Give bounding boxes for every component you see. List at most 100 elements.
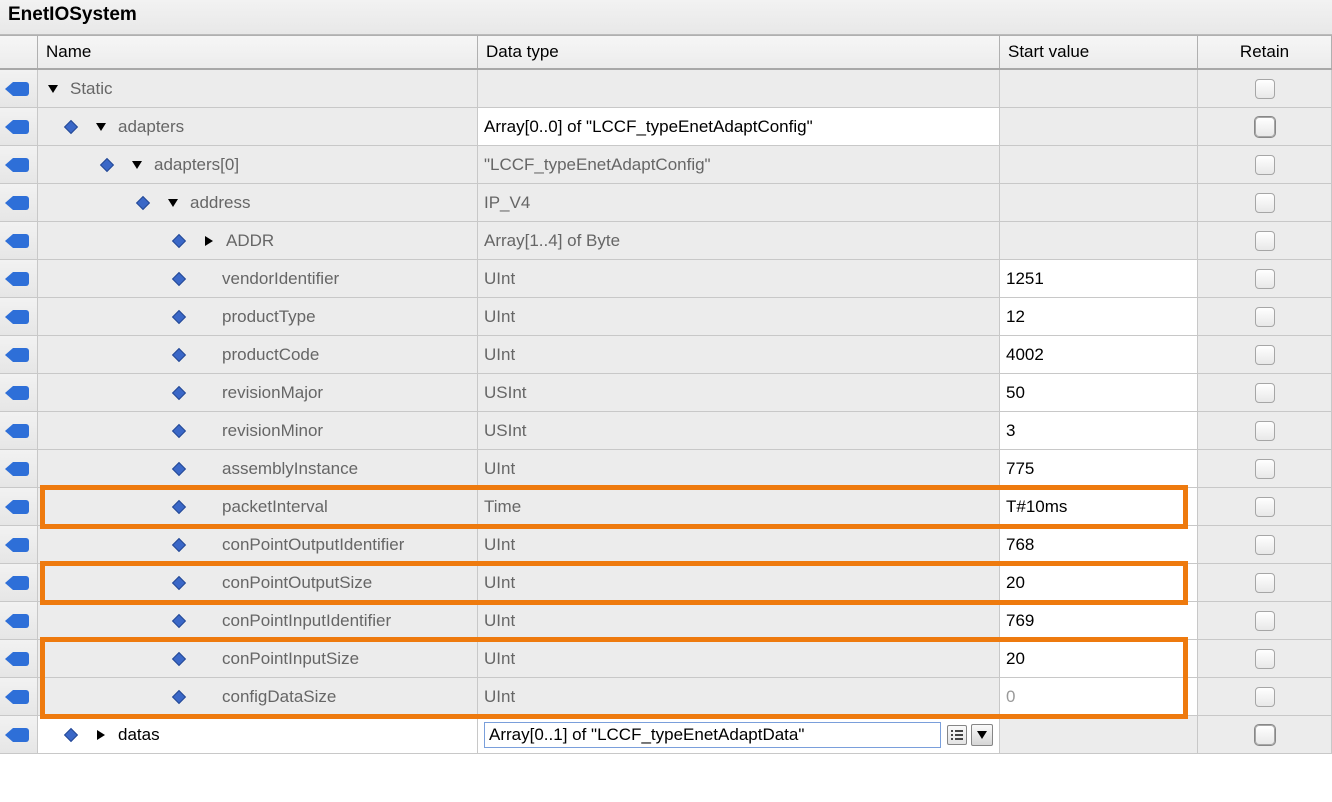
retain-checkbox[interactable] [1255,687,1275,707]
datatype-cell[interactable] [478,70,1000,108]
retain-cell[interactable] [1198,70,1332,108]
expand-toggle[interactable] [46,82,60,96]
startvalue-cell[interactable]: 775 [1000,450,1198,488]
retain-cell[interactable] [1198,298,1332,336]
table-row[interactable]: productCodeUInt4002 [0,336,1332,374]
retain-cell[interactable] [1198,450,1332,488]
datatype-cell[interactable]: UInt [478,564,1000,602]
name-cell[interactable]: revisionMajor [38,374,478,412]
name-cell[interactable]: Static [38,70,478,108]
retain-checkbox[interactable] [1255,459,1275,479]
name-cell[interactable]: productType [38,298,478,336]
row-gutter[interactable] [0,602,38,640]
datatype-cell[interactable]: USInt [478,374,1000,412]
row-gutter[interactable] [0,260,38,298]
datatype-cell[interactable]: IP_V4 [478,184,1000,222]
row-gutter[interactable] [0,146,38,184]
datatype-cell[interactable]: UInt [478,298,1000,336]
datatype-dropdown-button[interactable] [971,724,993,746]
retain-cell[interactable] [1198,526,1332,564]
retain-checkbox[interactable] [1255,79,1275,99]
datatype-editor[interactable]: Array[0..1] of "LCCF_typeEnetAdaptData" [484,722,941,748]
name-cell[interactable]: conPointOutputSize [38,564,478,602]
retain-checkbox[interactable] [1255,269,1275,289]
name-cell[interactable]: datas [38,716,478,754]
header-name[interactable]: Name [38,36,478,68]
row-gutter[interactable] [0,450,38,488]
table-row[interactable]: conPointOutputSizeUInt20 [0,564,1332,602]
row-gutter[interactable] [0,298,38,336]
name-cell[interactable]: adapters [38,108,478,146]
startvalue-cell[interactable] [1000,222,1198,260]
table-row[interactable]: revisionMajorUSInt50 [0,374,1332,412]
retain-checkbox[interactable] [1255,649,1275,669]
retain-cell[interactable] [1198,564,1332,602]
header-startvalue[interactable]: Start value [1000,36,1198,68]
expand-toggle[interactable] [94,120,108,134]
table-row[interactable]: conPointInputIdentifierUInt769 [0,602,1332,640]
row-gutter[interactable] [0,108,38,146]
row-gutter[interactable] [0,222,38,260]
startvalue-cell[interactable] [1000,184,1198,222]
header-retain[interactable]: Retain [1198,36,1332,68]
table-row[interactable]: packetIntervalTimeT#10ms [0,488,1332,526]
retain-cell[interactable] [1198,602,1332,640]
expand-toggle[interactable] [202,234,216,248]
row-gutter[interactable] [0,488,38,526]
table-row[interactable]: configDataSizeUInt0 [0,678,1332,716]
startvalue-cell[interactable]: 20 [1000,640,1198,678]
datatype-cell[interactable]: USInt [478,412,1000,450]
name-cell[interactable]: conPointInputIdentifier [38,602,478,640]
startvalue-cell[interactable] [1000,70,1198,108]
startvalue-cell[interactable] [1000,146,1198,184]
retain-checkbox[interactable] [1255,117,1275,137]
datatype-cell[interactable]: Array[0..0] of "LCCF_typeEnetAdaptConfig… [478,108,1000,146]
datatype-browse-button[interactable] [947,725,967,745]
name-cell[interactable]: vendorIdentifier [38,260,478,298]
startvalue-cell[interactable] [1000,716,1198,754]
startvalue-cell[interactable] [1000,108,1198,146]
datatype-cell[interactable]: UInt [478,602,1000,640]
name-cell[interactable]: ADDR [38,222,478,260]
retain-cell[interactable] [1198,184,1332,222]
datatype-cell[interactable]: Array[1..4] of Byte [478,222,1000,260]
row-gutter[interactable] [0,526,38,564]
row-gutter[interactable] [0,70,38,108]
table-row[interactable]: datasArray[0..1] of "LCCF_typeEnetAdaptD… [0,716,1332,754]
table-row[interactable]: conPointOutputIdentifierUInt768 [0,526,1332,564]
table-row[interactable]: productTypeUInt12 [0,298,1332,336]
retain-cell[interactable] [1198,146,1332,184]
startvalue-cell[interactable]: 4002 [1000,336,1198,374]
retain-checkbox[interactable] [1255,421,1275,441]
row-gutter[interactable] [0,716,38,754]
row-gutter[interactable] [0,412,38,450]
retain-checkbox[interactable] [1255,383,1275,403]
name-cell[interactable]: assemblyInstance [38,450,478,488]
retain-cell[interactable] [1198,260,1332,298]
name-cell[interactable]: packetInterval [38,488,478,526]
retain-checkbox[interactable] [1255,345,1275,365]
row-gutter[interactable] [0,640,38,678]
name-cell[interactable]: conPointInputSize [38,640,478,678]
name-cell[interactable]: configDataSize [38,678,478,716]
retain-checkbox[interactable] [1255,193,1275,213]
datatype-cell[interactable]: "LCCF_typeEnetAdaptConfig" [478,146,1000,184]
name-cell[interactable]: productCode [38,336,478,374]
startvalue-cell[interactable]: 50 [1000,374,1198,412]
table-row[interactable]: revisionMinorUSInt3 [0,412,1332,450]
expand-toggle[interactable] [130,158,144,172]
retain-cell[interactable] [1198,336,1332,374]
startvalue-cell[interactable]: 0 [1000,678,1198,716]
row-gutter[interactable] [0,336,38,374]
datatype-cell[interactable]: UInt [478,678,1000,716]
startvalue-cell[interactable]: 12 [1000,298,1198,336]
retain-checkbox[interactable] [1255,535,1275,555]
table-row[interactable]: addressIP_V4 [0,184,1332,222]
name-cell[interactable]: revisionMinor [38,412,478,450]
name-cell[interactable]: adapters[0] [38,146,478,184]
retain-cell[interactable] [1198,640,1332,678]
retain-cell[interactable] [1198,108,1332,146]
startvalue-cell[interactable]: 769 [1000,602,1198,640]
expand-toggle[interactable] [166,196,180,210]
table-row[interactable]: adapters[0]"LCCF_typeEnetAdaptConfig" [0,146,1332,184]
